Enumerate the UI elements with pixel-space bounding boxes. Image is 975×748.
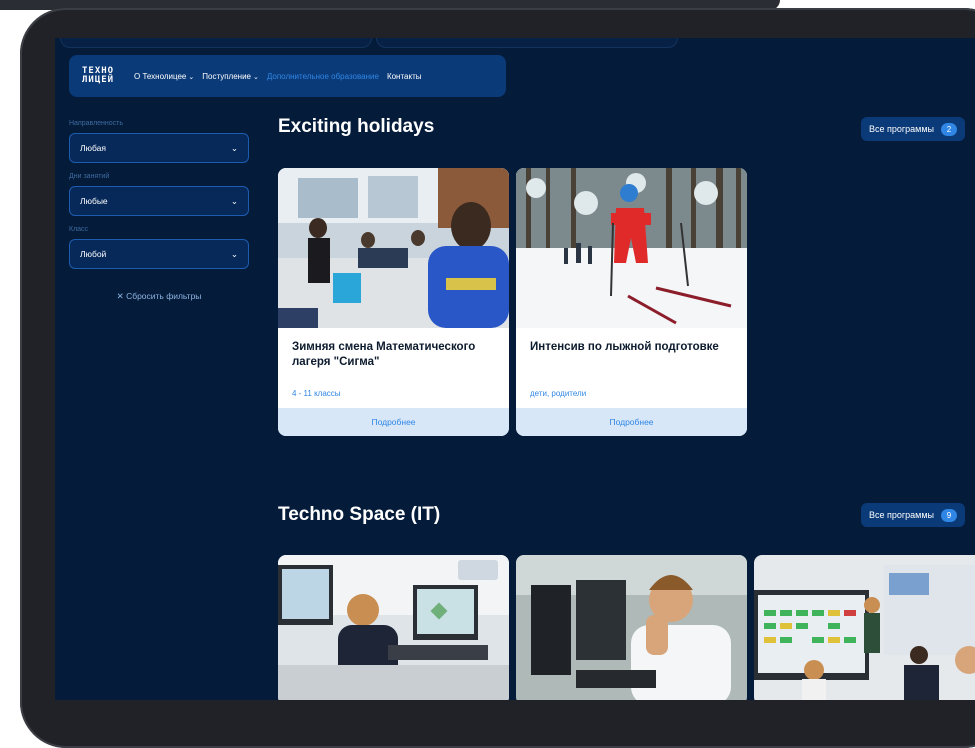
skiing-photo <box>516 168 747 328</box>
nav-item-label: О Технолицее <box>134 71 187 81</box>
logo-line-2: ЛИЦЕЙ <box>82 75 115 85</box>
chevron-down-icon: ⌄ <box>230 195 238 206</box>
filter-label-days: Дни занятий <box>69 173 110 180</box>
all-programs-label: Все программы <box>869 510 935 520</box>
card-tag: дети, родители <box>530 389 587 398</box>
logo[interactable]: ТЕХНО ЛИЦЕЙ <box>82 67 126 85</box>
student-at-computer-photo <box>516 555 747 700</box>
close-icon: ✕ <box>116 291 124 301</box>
filters-panel: Направленность Любая ⌄ Дни занятий Любые… <box>69 120 249 302</box>
top-strip-right <box>376 38 678 48</box>
details-button[interactable]: Подробнее <box>516 408 747 436</box>
filter-label-direction: Направленность <box>69 120 124 127</box>
top-strip-left <box>60 38 372 48</box>
program-card[interactable]: Зимняя смена Математического лагеря "Сиг… <box>278 168 509 436</box>
navbar: ТЕХНО ЛИЦЕЙ О Технолицее ⌄ Поступление ⌄ Д… <box>69 55 506 97</box>
all-programs-button[interactable]: Все программы 9 <box>861 503 966 527</box>
card-tag: 4 - 11 классы <box>292 389 341 398</box>
filter-value: Любая <box>80 143 106 153</box>
nav-item-label: Контакты <box>386 71 422 81</box>
filter-select-days[interactable]: Любые ⌄ <box>69 186 249 216</box>
computer-lab-photo <box>278 555 509 700</box>
interactive-board-photo <box>754 555 975 700</box>
card-title: Интенсив по лыжной подготовке <box>530 341 719 353</box>
filter-value: Любые <box>80 196 108 206</box>
filter-label-grade: Класс <box>69 226 89 233</box>
nav-item-about[interactable]: О Технолицее ⌄ <box>134 72 194 81</box>
details-button[interactable]: Подробнее <box>278 408 509 436</box>
reset-filters-label: Сбросить фильтры <box>126 291 202 301</box>
nav-item-contacts[interactable]: Контакты <box>387 72 422 81</box>
count-badge: 9 <box>941 508 958 522</box>
count-badge: 2 <box>941 122 958 136</box>
all-programs-button[interactable]: Все программы 2 <box>861 117 966 141</box>
filter-select-grade[interactable]: Любой ⌄ <box>69 239 249 269</box>
section-title-techno-space: Techno Space (IT) <box>278 504 441 525</box>
program-card-photo[interactable] <box>754 555 975 700</box>
program-card-photo[interactable] <box>516 555 747 700</box>
all-programs-label: Все программы <box>869 124 935 134</box>
section-title-holidays: Exciting holidays <box>278 116 435 137</box>
filter-value: Любой <box>80 249 107 259</box>
card-title: Зимняя смена Математического лагеря "Сиг… <box>292 341 476 368</box>
program-card-photo[interactable] <box>278 555 509 700</box>
screen: ТЕХНО ЛИЦЕЙ О Технолицее ⌄ Поступление ⌄ Д… <box>55 38 975 700</box>
nav-item-label: Поступление <box>202 71 251 81</box>
chevron-down-icon: ⌄ <box>230 142 238 153</box>
chevron-down-icon: ⌄ <box>230 248 238 259</box>
classroom-photo <box>278 168 509 328</box>
reset-filters-button[interactable]: ✕ Сбросить фильтры <box>69 291 249 302</box>
filter-select-direction[interactable]: Любая ⌄ <box>69 133 249 163</box>
nav-item-extra-education[interactable]: Дополнительное образование <box>267 72 379 81</box>
program-card[interactable]: Интенсив по лыжной подготовке дети, роди… <box>516 168 747 436</box>
nav-item-admission[interactable]: Поступление ⌄ <box>202 72 259 81</box>
chevron-down-icon: ⌄ <box>188 73 195 81</box>
nav-item-label: Дополнительное образование <box>266 71 379 81</box>
chevron-down-icon: ⌄ <box>253 73 259 81</box>
